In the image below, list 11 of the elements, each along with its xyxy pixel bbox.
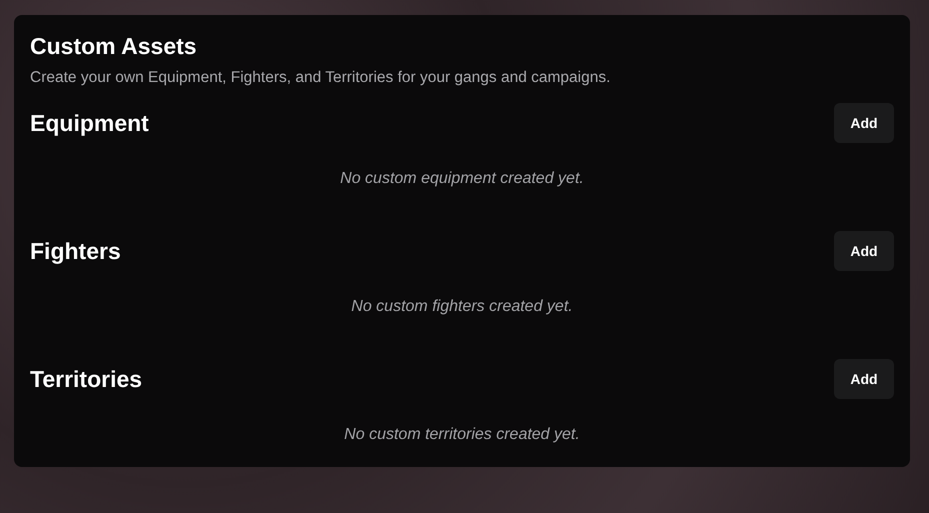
empty-message: No custom territories created yet.	[343, 425, 581, 445]
section-title: Fighters	[30, 238, 121, 264]
empty-message: No custom equipment created yet.	[339, 169, 585, 189]
panel-description: Create your own Equipment, Fighters, and Territories for your gangs and campaigns.	[30, 68, 612, 88]
panel-title: Custom Assets	[30, 32, 198, 61]
add-button[interactable]: Add	[834, 103, 894, 143]
add-button[interactable]: Add	[834, 231, 894, 271]
add-button[interactable]: Add	[834, 359, 894, 399]
empty-message: No custom fighters created yet.	[350, 297, 574, 317]
section-title: Territories	[30, 366, 142, 392]
section-title: Equipment	[30, 110, 149, 136]
